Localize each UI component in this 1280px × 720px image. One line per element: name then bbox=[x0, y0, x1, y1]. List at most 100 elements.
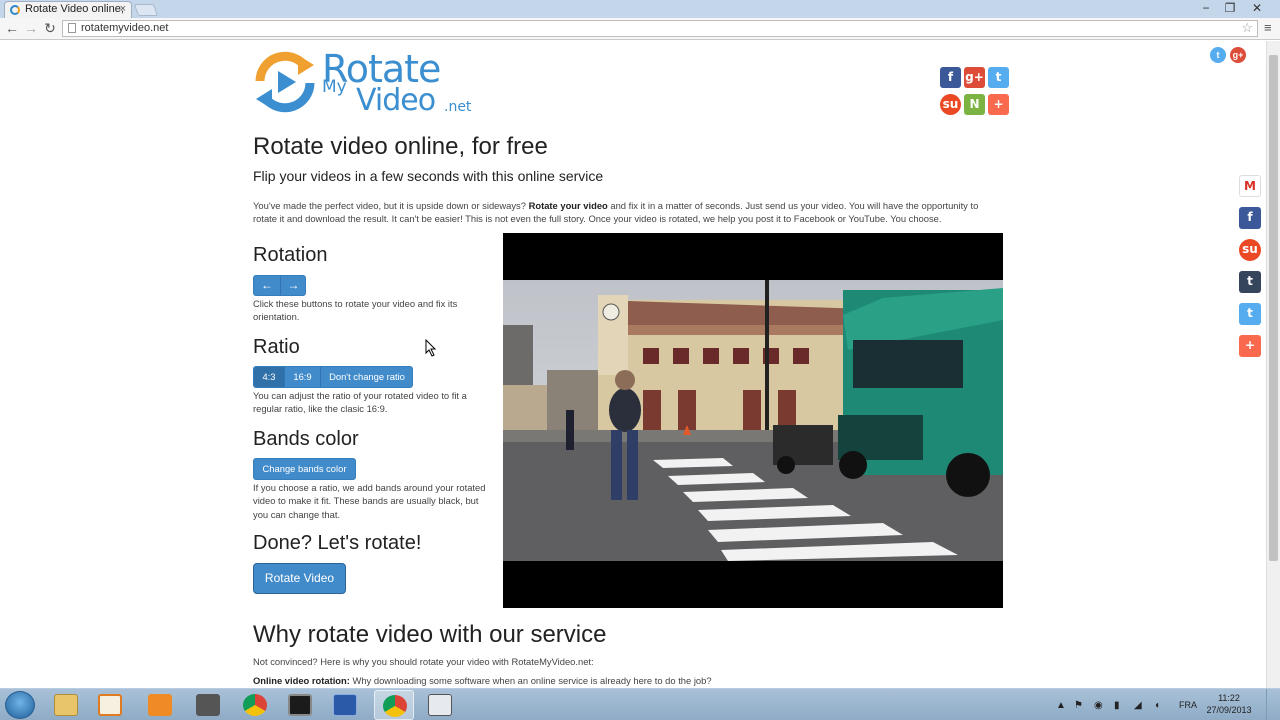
taskbar-chrome[interactable] bbox=[235, 690, 275, 720]
why-subtitle: Not convinced? Here is why you should ro… bbox=[253, 656, 594, 667]
language-indicator[interactable]: FRA bbox=[1179, 700, 1197, 710]
speaker-icon bbox=[196, 694, 220, 716]
street-scene-image bbox=[503, 280, 1003, 561]
page-scrollbar[interactable] bbox=[1266, 41, 1280, 688]
tray-flag-icon[interactable]: ⚑ bbox=[1074, 700, 1083, 711]
taskbar-media-player[interactable] bbox=[90, 690, 130, 720]
taskbar-app-9[interactable] bbox=[420, 690, 460, 720]
forward-arrow-icon[interactable]: → bbox=[22, 19, 40, 37]
rotation-button-group: ← → bbox=[253, 275, 306, 296]
rotate-left-button[interactable]: ← bbox=[254, 276, 280, 295]
taskbar-terminal[interactable] bbox=[280, 690, 320, 720]
tab-close-icon[interactable]: × bbox=[120, 2, 126, 17]
minimize-button[interactable]: − bbox=[1194, 1, 1218, 16]
taskbar-app-3[interactable] bbox=[140, 690, 180, 720]
change-bands-color-button[interactable]: Change bands color bbox=[253, 458, 356, 480]
tab-title: Rotate Video online, bbox=[25, 3, 124, 15]
rotate-video-button[interactable]: Rotate Video bbox=[253, 563, 346, 594]
page-subtitle: Flip your videos in a few seconds with t… bbox=[253, 168, 604, 184]
ratio-heading: Ratio bbox=[253, 336, 300, 358]
mouse-cursor-icon bbox=[425, 339, 437, 357]
tray-volume-icon[interactable]: ◖ bbox=[1154, 700, 1160, 711]
rotate-right-button[interactable]: → bbox=[280, 276, 306, 295]
system-clock[interactable]: 11:22 27/09/2013 bbox=[1206, 692, 1252, 716]
logo-video: Video bbox=[356, 83, 436, 118]
google-plus-icon[interactable]: g+ bbox=[964, 67, 985, 88]
taskbar-virtualbox[interactable] bbox=[325, 690, 365, 720]
ratio-description: You can adjust the ratio of your rotated… bbox=[253, 390, 467, 415]
tray-chrome-icon[interactable]: ◉ bbox=[1094, 700, 1103, 711]
ratio-button-group: 4:3 16:9 Don't change ratio bbox=[253, 366, 413, 388]
intro-bold: Rotate your video bbox=[528, 200, 608, 211]
taskbar-chrome-active[interactable] bbox=[374, 690, 414, 720]
clock-date: 27/09/2013 bbox=[1206, 705, 1252, 715]
taskbar-explorer[interactable] bbox=[46, 690, 86, 720]
web-page: Rotate My Video .net f g+ t su N + t g+ … bbox=[0, 41, 1266, 688]
twitter-icon[interactable]: t bbox=[988, 67, 1009, 88]
rotation-heading: Rotation bbox=[253, 244, 328, 266]
site-logo[interactable]: Rotate My Video .net bbox=[252, 47, 472, 118]
ratio-keep-button[interactable]: Don't change ratio bbox=[320, 367, 413, 387]
package-icon bbox=[148, 694, 172, 716]
share-buttons-corner: t g+ bbox=[1210, 47, 1250, 65]
chrome-icon bbox=[383, 695, 407, 717]
tumblr-icon[interactable]: t bbox=[1239, 271, 1261, 293]
why-item-text: Why downloading some software when an on… bbox=[349, 675, 712, 686]
windows-taskbar: ▲ ⚑ ◉ ▮ ◢ ◖ FRA 11:22 27/09/2013 bbox=[0, 688, 1280, 720]
google-plus-icon[interactable]: g+ bbox=[1230, 47, 1246, 63]
reload-icon[interactable]: ↻ bbox=[41, 19, 59, 37]
tray-expand-icon[interactable]: ▲ bbox=[1056, 700, 1066, 711]
facebook-icon[interactable]: f bbox=[940, 67, 961, 88]
newsvine-icon[interactable]: N bbox=[964, 94, 985, 115]
browser-menu-icon[interactable]: ≡ bbox=[1264, 20, 1276, 36]
browser-titlebar: Rotate Video online, × − ❐ ✕ bbox=[0, 0, 1280, 18]
addthis-icon[interactable]: + bbox=[1239, 335, 1261, 357]
twitter-icon[interactable]: t bbox=[1210, 47, 1226, 63]
ratio-16-9-button[interactable]: 16:9 bbox=[284, 367, 320, 387]
close-window-button[interactable]: ✕ bbox=[1242, 1, 1272, 16]
rotation-description: Click these buttons to rotate your video… bbox=[253, 298, 458, 323]
page-title: Rotate video online, for free bbox=[253, 133, 548, 160]
address-bar[interactable]: rotatemyvideo.net ☆ bbox=[62, 20, 1258, 37]
share-sidebar: M f su t t + bbox=[1239, 175, 1263, 357]
chrome-icon bbox=[243, 694, 267, 716]
why-list-item: Online video rotation: Why downloading s… bbox=[253, 675, 712, 686]
media-player-icon bbox=[98, 694, 122, 716]
bookmark-star-icon[interactable]: ☆ bbox=[1241, 20, 1253, 35]
tray-network-icon[interactable]: ◢ bbox=[1134, 700, 1142, 711]
why-item-bold: Online video rotation: bbox=[253, 675, 350, 686]
rotate-logo-icon bbox=[255, 51, 315, 113]
twitter-icon[interactable]: t bbox=[1239, 303, 1261, 325]
stumbleupon-icon[interactable]: su bbox=[940, 94, 961, 115]
bands-description: If you choose a ratio, we add bands arou… bbox=[253, 482, 486, 520]
gmail-icon[interactable]: M bbox=[1239, 175, 1261, 197]
maximize-button[interactable]: ❐ bbox=[1218, 1, 1242, 16]
folder-icon bbox=[54, 694, 78, 716]
facebook-icon[interactable]: f bbox=[1239, 207, 1261, 229]
virtualbox-icon bbox=[333, 694, 357, 716]
scrollbar-thumb[interactable] bbox=[1269, 55, 1278, 561]
window-icon bbox=[428, 694, 452, 716]
video-preview[interactable] bbox=[503, 233, 1003, 608]
bands-heading: Bands color bbox=[253, 428, 359, 450]
ratio-4-3-button[interactable]: 4:3 bbox=[254, 367, 284, 387]
video-frame bbox=[503, 280, 1003, 561]
why-heading: Why rotate video with our service bbox=[253, 621, 607, 648]
back-arrow-icon[interactable]: ← bbox=[3, 19, 21, 37]
stumbleupon-icon[interactable]: su bbox=[1239, 239, 1261, 261]
tray-device-icon[interactable]: ▮ bbox=[1114, 700, 1120, 711]
intro-paragraph: You've made the perfect video, but it is… bbox=[253, 199, 998, 226]
done-heading: Done? Let's rotate! bbox=[253, 532, 422, 554]
logo-net: .net bbox=[444, 99, 472, 115]
taskbar-app-4[interactable] bbox=[188, 690, 228, 720]
url-text: rotatemyvideo.net bbox=[81, 22, 169, 34]
rotate-favicon-icon bbox=[10, 5, 20, 15]
page-icon bbox=[68, 23, 76, 33]
new-tab-button[interactable] bbox=[133, 4, 159, 16]
clock-time: 11:22 bbox=[1218, 693, 1240, 703]
start-button[interactable] bbox=[5, 691, 35, 719]
show-desktop-button[interactable] bbox=[1266, 689, 1280, 720]
browser-toolbar: ← → ↻ rotatemyvideo.net ☆ ≡ bbox=[0, 18, 1280, 40]
addthis-icon[interactable]: + bbox=[988, 94, 1009, 115]
browser-tab[interactable]: Rotate Video online, × bbox=[4, 1, 132, 18]
